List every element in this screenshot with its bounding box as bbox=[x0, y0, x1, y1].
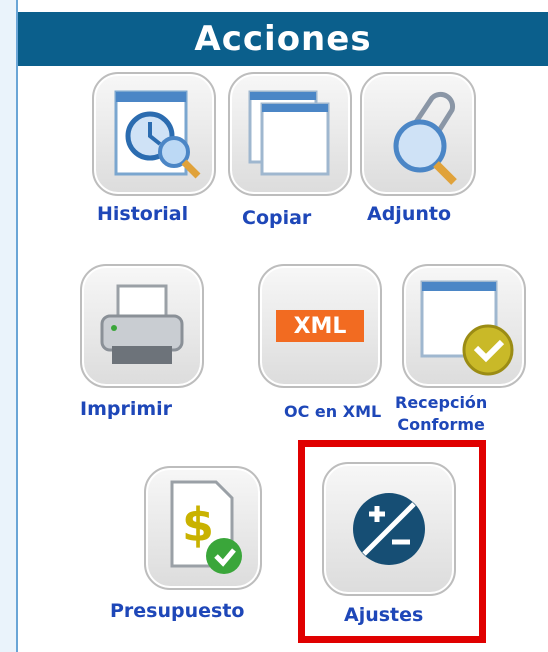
history-search-icon bbox=[114, 90, 201, 179]
recepcion-conforme-label[interactable]: Recepción Conforme bbox=[395, 392, 487, 436]
presupuesto-label[interactable]: Presupuesto bbox=[110, 600, 244, 622]
imprimir-label[interactable]: Imprimir bbox=[80, 398, 172, 420]
panel-title: Acciones bbox=[194, 19, 372, 59]
historial-label[interactable]: Historial bbox=[97, 203, 188, 225]
recepcion-label-line2: Conforme bbox=[397, 415, 485, 434]
adjunto-button[interactable] bbox=[360, 72, 476, 196]
ajustes-highlight-box bbox=[298, 440, 486, 643]
copy-icon bbox=[248, 90, 330, 176]
printer-icon bbox=[100, 284, 184, 364]
imprimir-button[interactable] bbox=[80, 264, 204, 388]
oc-xml-button[interactable]: XML bbox=[258, 264, 382, 388]
recepcion-label-line1: Recepción bbox=[395, 393, 488, 412]
acciones-panel: Acciones Historial Copiar Adjunto Imprim… bbox=[0, 0, 548, 652]
presupuesto-button[interactable]: $ bbox=[144, 466, 262, 590]
recepcion-conforme-button[interactable] bbox=[402, 264, 526, 388]
window-check-icon bbox=[420, 280, 514, 376]
historial-button[interactable] bbox=[92, 72, 216, 196]
copiar-label[interactable]: Copiar bbox=[242, 207, 311, 229]
adjunto-label[interactable]: Adjunto bbox=[367, 203, 451, 225]
xml-icon-text: XML bbox=[293, 313, 347, 339]
panel-header: Acciones bbox=[18, 12, 548, 66]
panel-left-border bbox=[0, 0, 18, 652]
copiar-button[interactable] bbox=[228, 72, 352, 196]
budget-dollar-sign: $ bbox=[182, 498, 215, 552]
oc-xml-label[interactable]: OC en XML bbox=[284, 402, 381, 421]
attachment-search-icon bbox=[393, 91, 457, 185]
